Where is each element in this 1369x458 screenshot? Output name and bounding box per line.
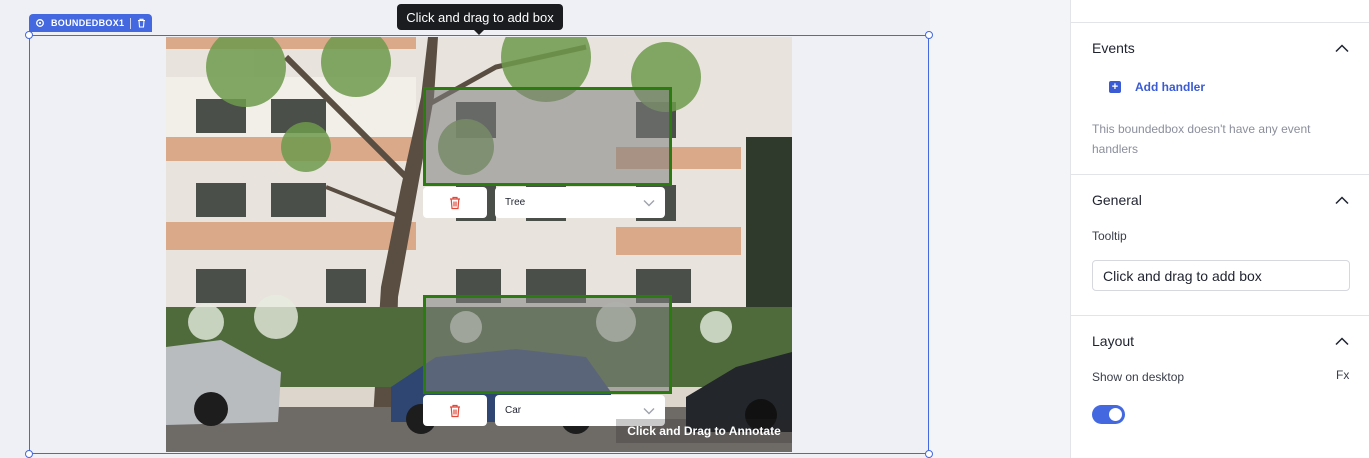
tooltip-label: Tooltip bbox=[1092, 229, 1127, 243]
annotate-hint: Click and Drag to Annotate bbox=[616, 419, 792, 443]
annotation-box-car[interactable] bbox=[423, 295, 672, 394]
trash-icon bbox=[450, 404, 460, 417]
canvas-gutter bbox=[930, 0, 1070, 458]
resize-handle-top-left[interactable] bbox=[25, 31, 33, 39]
widget-name: BOUNDEDBOX1 bbox=[51, 18, 125, 28]
annotation-box-tree[interactable] bbox=[423, 87, 672, 186]
chevron-up-icon[interactable] bbox=[1335, 336, 1349, 346]
annotation-label-select[interactable]: Tree bbox=[495, 187, 665, 218]
canvas: BOUNDEDBOX1 Click and drag to add box Tr… bbox=[0, 0, 1070, 458]
widget-badge[interactable]: BOUNDEDBOX1 bbox=[29, 14, 153, 32]
section-title-events: Events bbox=[1092, 40, 1135, 56]
tooltip-input[interactable] bbox=[1092, 260, 1350, 291]
badge-divider bbox=[130, 17, 132, 29]
panel-divider bbox=[1071, 22, 1369, 23]
annotation-label-value: Car bbox=[505, 405, 522, 416]
trash-icon[interactable] bbox=[137, 18, 146, 28]
toggle-knob bbox=[1109, 408, 1122, 421]
add-handler-button[interactable]: + Add handler bbox=[1109, 80, 1205, 94]
fx-button[interactable]: Fx bbox=[1336, 368, 1349, 382]
delete-annotation-button[interactable] bbox=[423, 187, 487, 218]
events-empty-text: This boundedbox doesn't have any event h… bbox=[1092, 122, 1311, 156]
panel-divider bbox=[1071, 315, 1369, 316]
section-title-layout: Layout bbox=[1092, 333, 1135, 349]
show-on-desktop-toggle[interactable] bbox=[1092, 405, 1125, 424]
annotation-label-value: Tree bbox=[505, 197, 526, 208]
panel-divider bbox=[1071, 174, 1369, 175]
chevron-down-icon bbox=[643, 199, 655, 206]
plus-icon: + bbox=[1109, 81, 1121, 93]
gear-icon[interactable] bbox=[35, 18, 45, 28]
resize-handle-bottom-right[interactable] bbox=[925, 450, 933, 458]
section-title-general: General bbox=[1092, 192, 1142, 208]
tooltip-bubble: Click and drag to add box bbox=[397, 4, 563, 35]
resize-handle-top-right[interactable] bbox=[925, 31, 933, 39]
properties-panel: Events + Add handler This boundedbox doe… bbox=[1070, 0, 1369, 458]
chevron-down-icon bbox=[643, 407, 655, 414]
chevron-up-icon[interactable] bbox=[1335, 195, 1349, 205]
trash-icon bbox=[450, 196, 460, 209]
delete-annotation-button[interactable] bbox=[423, 395, 487, 426]
annotation-controls-tree: Tree bbox=[423, 187, 665, 218]
resize-handle-bottom-left[interactable] bbox=[25, 450, 33, 458]
add-handler-label: Add handler bbox=[1135, 80, 1206, 94]
chevron-up-icon[interactable] bbox=[1335, 43, 1349, 53]
show-on-desktop-label: Show on desktop bbox=[1092, 370, 1185, 384]
